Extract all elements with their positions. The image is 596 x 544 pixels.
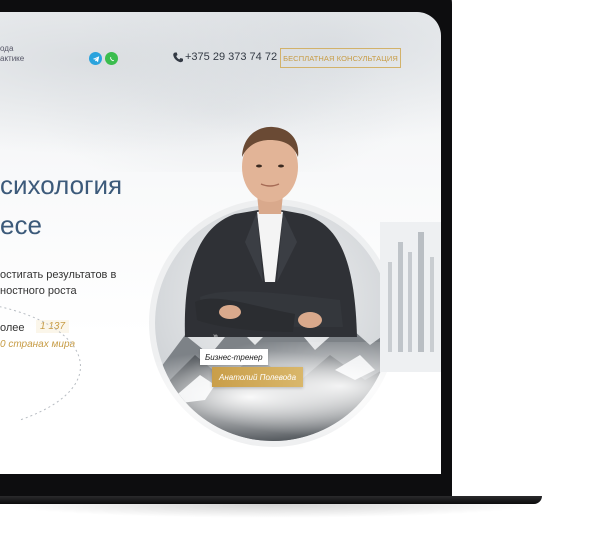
city-skyline-image (380, 222, 441, 372)
telegram-icon[interactable] (89, 52, 102, 65)
role-label: Бизнес-тренер (200, 349, 268, 365)
brand-line-2: актике (0, 54, 25, 63)
free-consultation-button[interactable]: БЕСПЛАТНАЯ КОНСУЛЬТАЦИЯ (280, 48, 401, 68)
laptop-shadow (0, 504, 540, 518)
laptop-mockup: ода актике +375 29 373 74 72 БЕСПЛАТНАЯ … (0, 0, 596, 544)
decorative-dashed-arc (0, 306, 81, 421)
label-arrow: ››› (213, 333, 218, 340)
brand-tagline: ода актике (0, 44, 24, 64)
phone-icon (173, 52, 183, 63)
laptop-base (0, 496, 542, 504)
hero-title-line-2: есе (0, 210, 42, 240)
laptop-screen: ода актике +375 29 373 74 72 БЕСПЛАТНАЯ … (0, 12, 441, 474)
coach-photo (184, 126, 357, 337)
phone-number[interactable]: +375 29 373 74 72 (185, 51, 277, 63)
brand-line-1: ода (0, 44, 14, 53)
hero-title-line-1: сихология (0, 170, 123, 200)
hero-subtitle-line-1: остигать результатов в (0, 269, 117, 281)
whatsapp-icon[interactable] (105, 52, 118, 65)
name-badge: Анатолий Полевода (212, 367, 304, 387)
